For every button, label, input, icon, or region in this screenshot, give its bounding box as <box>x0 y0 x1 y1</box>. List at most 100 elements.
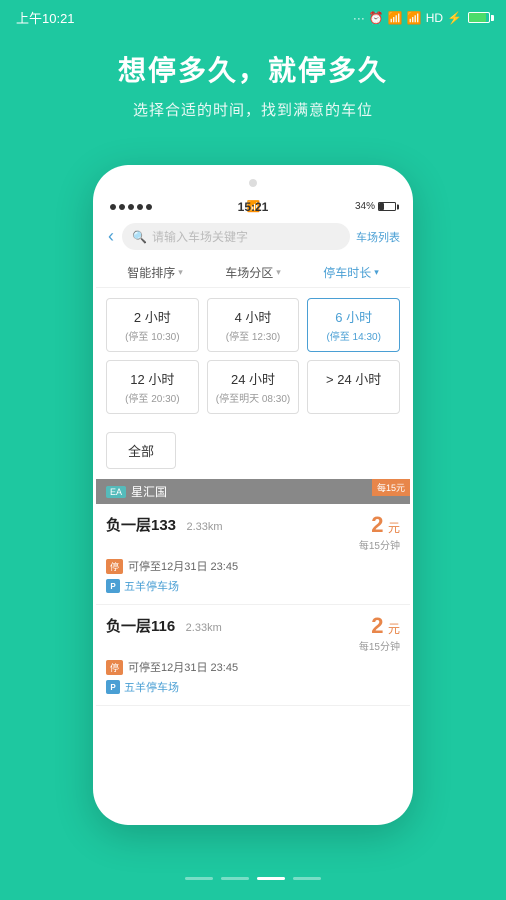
smart-sort-chevron: ▾ <box>178 267 183 278</box>
inner-status-right: 34% <box>355 201 396 212</box>
park-card-1[interactable]: 负一层133 2.33km 2 元 每15分钟 停 可停至12月31日 23:4… <box>96 504 410 605</box>
park-card-2-price: 2 元 每15分钟 <box>359 615 400 653</box>
time-btn-12h-main: 12 小时 <box>111 369 194 388</box>
phone-mockup: 📶 15:21 34% ‹ 🔍 请输入车场关键字 车场列表 智能排序 ▾ 车场分… <box>93 165 413 825</box>
park-ea-tag: EA <box>106 486 126 498</box>
time-grid: 2 小时 (停至 10:30) 4 小时 (停至 12:30) 6 小时 (停至… <box>96 288 410 432</box>
hero-title: 想停多久，就停多久 <box>20 49 486 89</box>
time-btn-2h[interactable]: 2 小时 (停至 10:30) <box>106 298 199 352</box>
inner-signal-dots <box>110 204 152 210</box>
park-card-1-until: 可停至12月31日 23:45 <box>128 558 238 574</box>
time-btn-6h-sub: (停至 14:30) <box>312 328 395 343</box>
time-btn-6h-main: 6 小时 <box>312 307 395 326</box>
search-area: ‹ 🔍 请输入车场关键字 车场列表 <box>96 217 410 258</box>
park-card-2-name: 负一层116 <box>106 618 175 635</box>
inner-battery-percent: 34% <box>355 201 375 212</box>
park-card-1-info-row: 停 可停至12月31日 23:45 <box>106 558 400 574</box>
time-btn-12h[interactable]: 12 小时 (停至 20:30) <box>106 360 199 414</box>
hd-label: HD <box>426 11 443 25</box>
park-card-2-info-row: 停 可停至12月31日 23:45 <box>106 659 400 675</box>
duration-chevron: ▾ <box>374 267 379 278</box>
hero-section: 想停多久，就停多久 选择合适的时间，找到满意的车位 <box>0 31 506 140</box>
inner-status-bar: 📶 15:21 34% <box>96 198 410 217</box>
back-button[interactable]: ‹ <box>106 226 116 247</box>
phone-top <box>96 168 410 198</box>
status-bar: 上午10:21 ··· ⏰ 📶 📶 HD ⚡ <box>0 0 506 31</box>
time-btn-4h-main: 4 小时 <box>212 307 295 326</box>
dot-3 <box>257 877 285 880</box>
smart-sort-label: 智能排序 <box>127 264 175 281</box>
park-card-2-price-unit: 元 <box>388 622 400 636</box>
all-button[interactable]: 全部 <box>106 432 176 469</box>
park-card-2-lot-icon: P <box>106 680 120 694</box>
park-card-2-name-row: 负一层116 2.33km <box>106 615 222 636</box>
bottom-dots <box>0 877 506 880</box>
filter-tab-duration[interactable]: 停车时长 ▾ <box>302 264 400 281</box>
park-card-1-lot-icon: P <box>106 579 120 593</box>
time-btn-6h[interactable]: 6 小时 (停至 14:30) <box>307 298 400 352</box>
park-list-header: EA 星汇国 每15元 <box>96 479 410 504</box>
dot-2 <box>221 877 249 880</box>
phone-speaker <box>249 179 257 187</box>
park-card-2-distance: 2.33km <box>186 622 222 634</box>
park-list: EA 星汇国 每15元 负一层133 2.33km 2 元 每15分钟 <box>96 479 410 706</box>
lightning-icon: ⚡ <box>447 11 462 25</box>
price-badge: 每15元 <box>372 479 410 496</box>
park-card-2-lot-name: 五羊停车场 <box>124 679 179 695</box>
park-card-2[interactable]: 负一层116 2.33km 2 元 每15分钟 停 可停至12月31日 23:4… <box>96 605 410 706</box>
park-card-1-lot-name: 五羊停车场 <box>124 578 179 594</box>
park-card-1-name: 负一层133 <box>106 517 176 534</box>
park-card-2-price-per: 每15分钟 <box>359 638 400 653</box>
park-card-1-price-per: 每15分钟 <box>359 537 400 552</box>
zone-chevron: ▾ <box>276 267 281 278</box>
time-btn-12h-sub: (停至 20:30) <box>111 390 194 405</box>
park-card-1-price-num: 2 <box>371 512 383 537</box>
park-card-1-price: 2 元 每15分钟 <box>359 514 400 552</box>
park-card-1-top: 负一层133 2.33km 2 元 每15分钟 <box>106 514 400 552</box>
signal-dots: ··· <box>353 11 365 25</box>
search-placeholder: 请输入车场关键字 <box>152 228 248 245</box>
battery-indicator <box>468 12 490 23</box>
dot-4 <box>293 877 321 880</box>
inner-battery <box>378 202 396 211</box>
park-card-1-price-unit: 元 <box>388 521 400 535</box>
time-row-1: 2 小时 (停至 10:30) 4 小时 (停至 12:30) 6 小时 (停至… <box>106 298 400 352</box>
time-btn-24h[interactable]: 24 小时 (停至明天 08:30) <box>207 360 300 414</box>
hero-subtitle: 选择合适的时间，找到满意的车位 <box>20 99 486 120</box>
park-card-1-tag: 停 <box>106 559 123 574</box>
park-card-2-price-row: 2 元 <box>359 615 400 638</box>
time-row-2: 12 小时 (停至 20:30) 24 小时 (停至明天 08:30) > 24… <box>106 360 400 414</box>
park-card-2-tag: 停 <box>106 660 123 675</box>
inner-time: 15:21 <box>238 200 269 214</box>
filter-tab-zone[interactable]: 车场分区 ▾ <box>204 264 302 281</box>
time-btn-2h-main: 2 小时 <box>111 307 194 326</box>
filter-tabs: 智能排序 ▾ 车场分区 ▾ 停车时长 ▾ <box>96 258 410 288</box>
time-btn-4h[interactable]: 4 小时 (停至 12:30) <box>207 298 300 352</box>
search-input-box[interactable]: 🔍 请输入车场关键字 <box>122 223 350 250</box>
all-btn-row: 全部 <box>96 432 410 479</box>
wifi-icon: 📶 <box>388 11 403 25</box>
park-card-2-top: 负一层116 2.33km 2 元 每15分钟 <box>106 615 400 653</box>
park-card-2-until: 可停至12月31日 23:45 <box>128 659 238 675</box>
time-btn-24h-sub: (停至明天 08:30) <box>212 390 295 405</box>
time-btn-over24h[interactable]: > 24 小时 <box>307 360 400 414</box>
park-card-1-distance: 2.33km <box>186 521 222 533</box>
park-list-button[interactable]: 车场列表 <box>356 229 400 245</box>
signal-icon: 📶 <box>407 11 422 25</box>
status-right: ··· ⏰ 📶 📶 HD ⚡ <box>353 11 490 25</box>
dot-1 <box>185 877 213 880</box>
time-btn-2h-sub: (停至 10:30) <box>111 328 194 343</box>
search-icon: 🔍 <box>132 230 147 244</box>
park-card-2-lot-row: P 五羊停车场 <box>106 679 400 695</box>
filter-tab-smart-sort[interactable]: 智能排序 ▾ <box>106 264 204 281</box>
park-card-1-price-row: 2 元 <box>359 514 400 537</box>
park-header-name: 星汇国 <box>131 483 167 500</box>
zone-label: 车场分区 <box>225 264 273 281</box>
alarm-icon: ⏰ <box>369 11 384 25</box>
park-card-2-price-num: 2 <box>371 613 383 638</box>
duration-label: 停车时长 <box>323 264 371 281</box>
time-btn-over24h-main: > 24 小时 <box>312 369 395 388</box>
park-card-1-name-row: 负一层133 2.33km <box>106 514 223 535</box>
status-time: 上午10:21 <box>16 8 75 27</box>
time-btn-4h-sub: (停至 12:30) <box>212 328 295 343</box>
